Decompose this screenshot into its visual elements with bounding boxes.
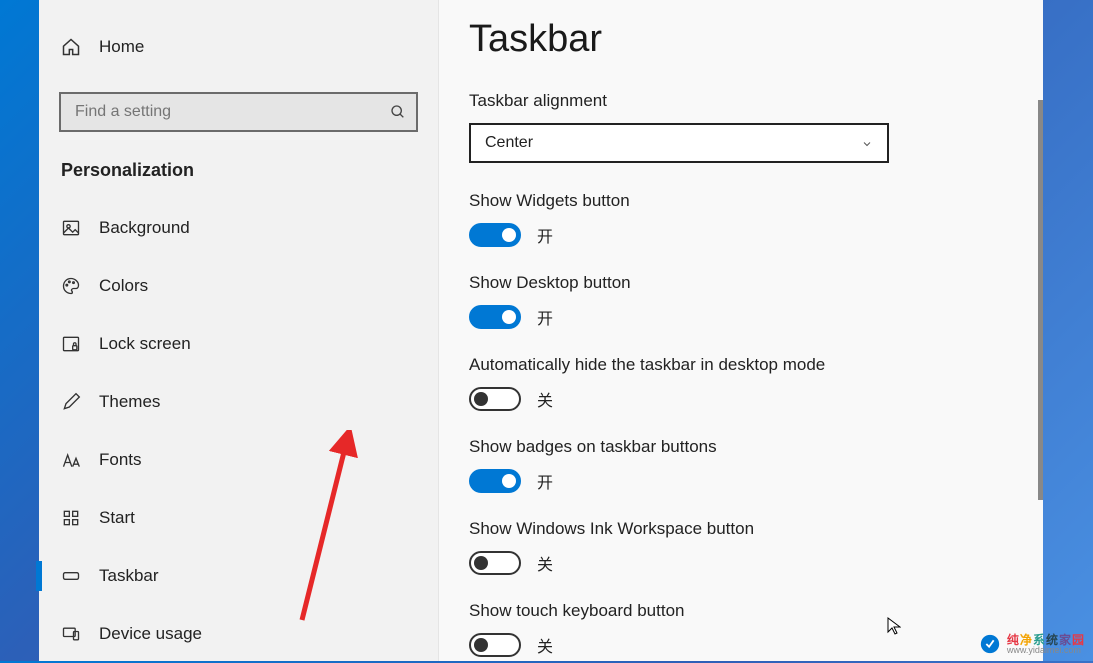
- setting-2: Automatically hide the taskbar in deskto…: [469, 355, 1013, 411]
- nav-label: Start: [99, 508, 135, 528]
- nav-label: Taskbar: [99, 566, 159, 586]
- home-icon: [61, 37, 81, 57]
- setting-0: Show Widgets button 开: [469, 191, 1013, 247]
- home-label: Home: [99, 37, 144, 57]
- watermark-icon: [979, 633, 1001, 655]
- watermark-main: 纯净系统家园: [1007, 634, 1085, 646]
- toggle-label: Show touch keyboard button: [469, 601, 1013, 621]
- toggle-switch[interactable]: [469, 387, 521, 411]
- toggle-row: 开: [469, 305, 1013, 329]
- taskbar-icon: [61, 566, 81, 586]
- sidebar-item-themes[interactable]: Themes: [39, 373, 438, 431]
- sidebar-item-background[interactable]: Background: [39, 199, 438, 257]
- toggle-state: 关: [537, 633, 553, 657]
- toggle-state: 开: [537, 305, 553, 329]
- grid-icon: [61, 508, 81, 528]
- image-icon: [61, 218, 81, 238]
- sidebar-item-fonts[interactable]: Fonts: [39, 431, 438, 489]
- alignment-label: Taskbar alignment: [469, 91, 1013, 111]
- alignment-value: Center: [485, 134, 533, 152]
- brush-icon: [61, 392, 81, 412]
- font-icon: [61, 450, 81, 470]
- scrollbar[interactable]: [1038, 100, 1043, 500]
- alignment-dropdown[interactable]: Center: [469, 123, 889, 163]
- toggle-row: 关: [469, 633, 1013, 657]
- toggle-switch[interactable]: [469, 633, 521, 657]
- toggle-state: 开: [537, 223, 553, 247]
- nav-label: Fonts: [99, 450, 142, 470]
- palette-icon: [61, 276, 81, 296]
- settings-window: Home Personalization Background Colors Loc…: [39, 0, 1043, 661]
- watermark: 纯净系统家园 www.yidaimei.com: [979, 633, 1085, 655]
- toggle-row: 关: [469, 387, 1013, 411]
- toggle-switch[interactable]: [469, 469, 521, 493]
- toggle-switch[interactable]: [469, 223, 521, 247]
- toggle-switch[interactable]: [469, 305, 521, 329]
- toggle-state: 开: [537, 469, 553, 493]
- watermark-sub: www.yidaimei.com: [1007, 646, 1085, 655]
- home-nav[interactable]: Home: [39, 26, 438, 68]
- content-area: Taskbar Taskbar alignment Center Show Wi…: [439, 0, 1043, 661]
- chevron-down-icon: [861, 137, 873, 149]
- page-title: Taskbar: [469, 18, 1013, 61]
- sidebar-item-lock-screen[interactable]: Lock screen: [39, 315, 438, 373]
- toggle-label: Show Desktop button: [469, 273, 1013, 293]
- setting-4: Show Windows Ink Workspace button 关: [469, 519, 1013, 575]
- sidebar-item-device-usage[interactable]: Device usage: [39, 605, 438, 663]
- toggle-row: 开: [469, 469, 1013, 493]
- search-input[interactable]: [59, 92, 418, 132]
- toggle-label: Show Widgets button: [469, 191, 1013, 211]
- sidebar-item-taskbar[interactable]: Taskbar: [39, 547, 438, 605]
- toggle-row: 开: [469, 223, 1013, 247]
- lock-icon: [61, 334, 81, 354]
- sidebar: Home Personalization Background Colors Loc…: [39, 0, 439, 661]
- nav-label: Device usage: [99, 624, 202, 644]
- setting-3: Show badges on taskbar buttons 开: [469, 437, 1013, 493]
- sidebar-item-start[interactable]: Start: [39, 489, 438, 547]
- toggle-switch[interactable]: [469, 551, 521, 575]
- setting-5: Show touch keyboard button 关: [469, 601, 1013, 657]
- sidebar-item-colors[interactable]: Colors: [39, 257, 438, 315]
- nav-label: Lock screen: [99, 334, 191, 354]
- toggle-label: Show badges on taskbar buttons: [469, 437, 1013, 457]
- setting-1: Show Desktop button 开: [469, 273, 1013, 329]
- toggle-row: 关: [469, 551, 1013, 575]
- nav-label: Background: [99, 218, 190, 238]
- toggles-container: Show Widgets button 开 Show Desktop button 开…: [469, 191, 1013, 657]
- toggle-state: 关: [537, 551, 553, 575]
- nav-list: Background Colors Lock screen Themes Fonts St…: [39, 199, 438, 663]
- nav-label: Colors: [99, 276, 148, 296]
- category-title: Personalization: [39, 132, 438, 199]
- toggle-label: Automatically hide the taskbar in deskto…: [469, 355, 1013, 375]
- search-icon: [390, 104, 406, 120]
- search-field-wrap: [59, 92, 418, 132]
- toggle-state: 关: [537, 387, 553, 411]
- nav-label: Themes: [99, 392, 160, 412]
- device-icon: [61, 624, 81, 644]
- toggle-label: Show Windows Ink Workspace button: [469, 519, 1013, 539]
